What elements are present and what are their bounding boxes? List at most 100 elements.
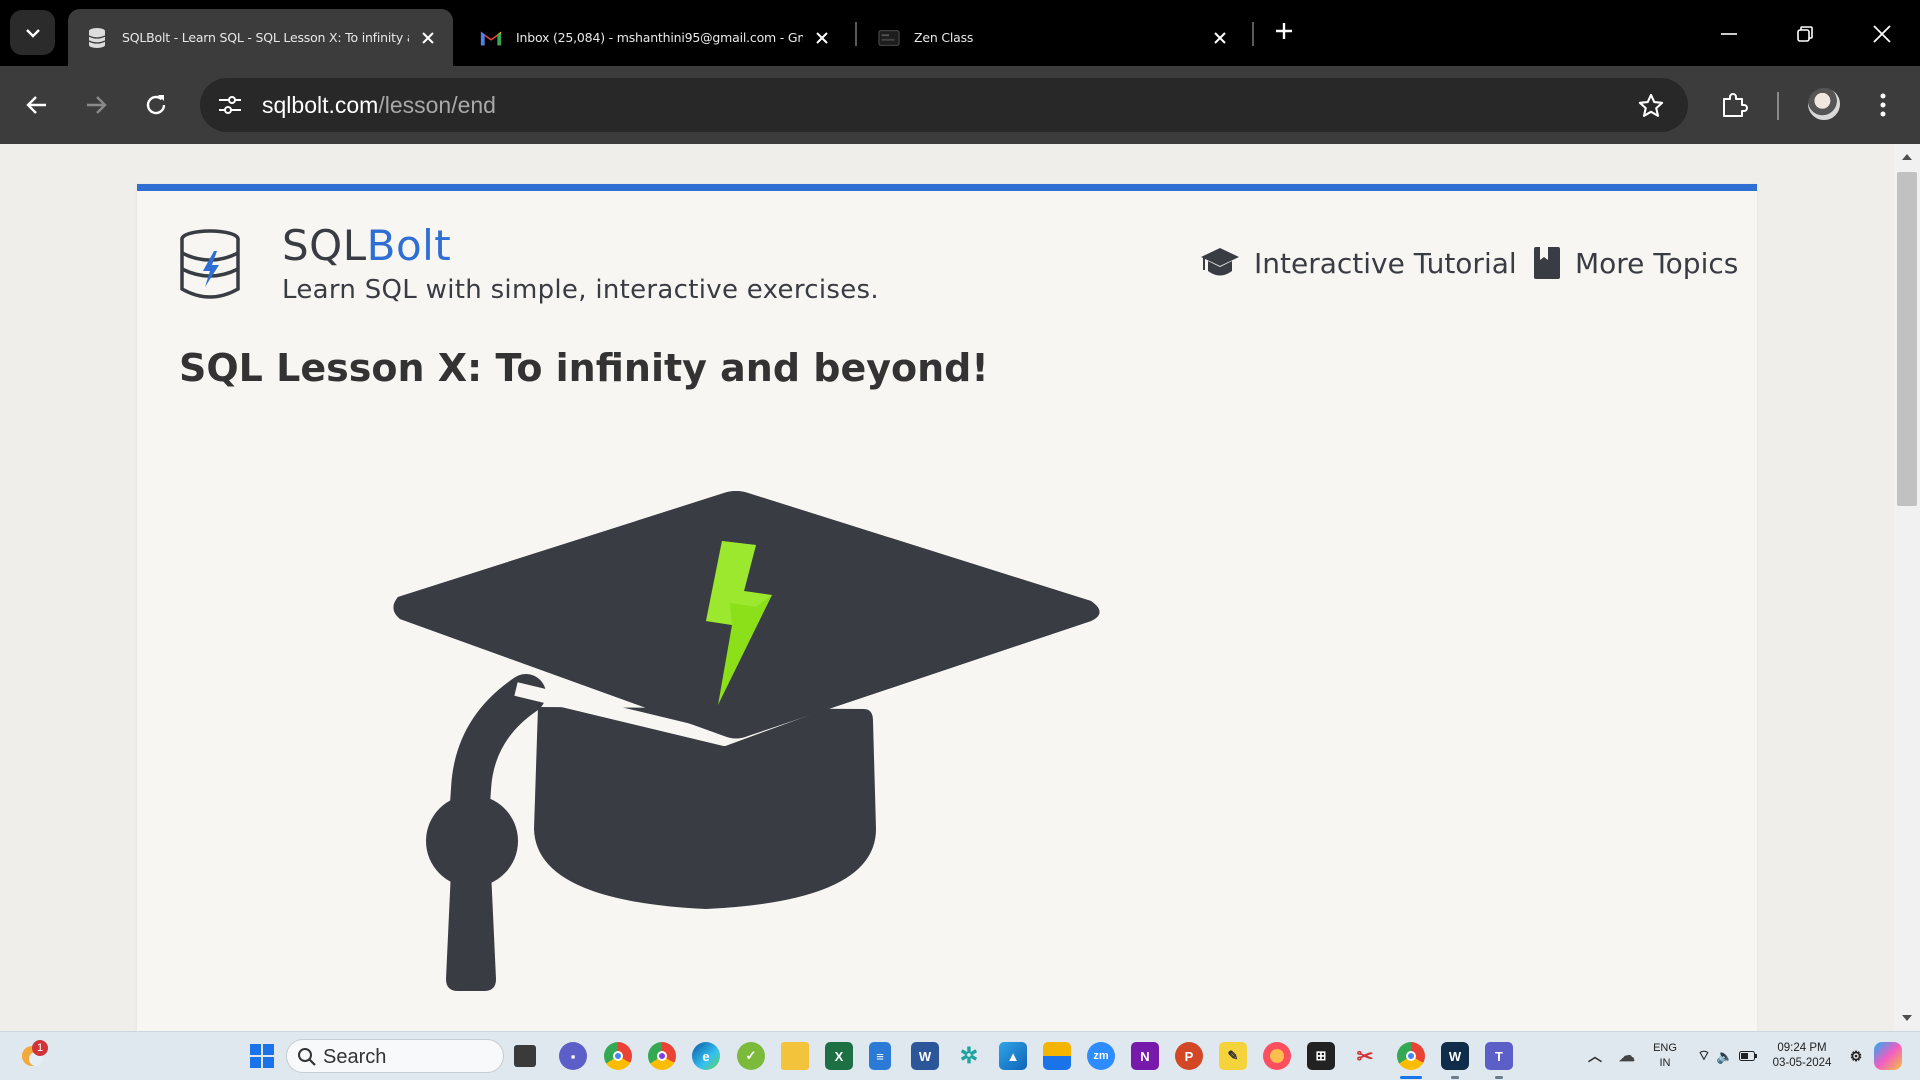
app-green-icon[interactable]: ✓ xyxy=(737,1042,765,1070)
clock-time: 09:24 PM xyxy=(1777,1042,1827,1054)
snowflake-app-icon[interactable]: ✲ xyxy=(955,1042,983,1070)
extensions-button[interactable] xyxy=(1713,84,1755,126)
plus-icon xyxy=(1276,23,1292,39)
file-explorer-icon[interactable] xyxy=(781,1042,809,1070)
content-card: SQLBolt Learn SQL with simple, interacti… xyxy=(137,184,1757,1031)
windows-taskbar: 1 Search ▪ e ✓ X ≡ W ✲ ▲ zm N P ✎ ⊞ ✂ W … xyxy=(0,1031,1920,1080)
close-icon xyxy=(1873,25,1891,43)
tab-title: Zen Class xyxy=(914,30,974,45)
arrow-right-icon xyxy=(87,96,107,114)
restore-button[interactable] xyxy=(1783,12,1827,56)
windows-start-icon[interactable] xyxy=(248,1042,276,1070)
site-settings-icon[interactable] xyxy=(216,91,244,119)
address-bar[interactable]: sqlbolt.com/lesson/end xyxy=(200,78,1688,132)
onedrive-icon[interactable]: ☁ xyxy=(1613,1042,1641,1070)
chrome-icon[interactable] xyxy=(604,1042,632,1070)
language-code: ENG xyxy=(1653,1042,1677,1054)
chrome-active-icon[interactable] xyxy=(1397,1042,1425,1070)
snipping-tool-icon[interactable]: ✂ xyxy=(1351,1042,1379,1070)
bookmark-star-icon[interactable] xyxy=(1636,91,1666,121)
url-text[interactable]: sqlbolt.com/lesson/end xyxy=(262,92,496,119)
settings-gear-icon[interactable]: ⚙ xyxy=(1842,1042,1870,1070)
clock[interactable]: 09:24 PM 03-05-2024 xyxy=(1764,1041,1840,1071)
pen-app-icon[interactable]: ✎ xyxy=(1219,1042,1247,1070)
nav-interactive-tutorial[interactable]: Interactive Tutorial xyxy=(1200,246,1517,280)
search-icon xyxy=(298,1048,316,1066)
notepad-icon[interactable]: ≡ xyxy=(869,1042,891,1070)
chrome-profile-icon[interactable] xyxy=(648,1042,676,1070)
close-icon[interactable] xyxy=(417,27,439,49)
brand-sql: SQL xyxy=(282,221,367,270)
book-icon xyxy=(1533,246,1561,280)
tab-separator xyxy=(1252,22,1254,46)
clock-date: 03-05-2024 xyxy=(1772,1057,1832,1069)
search-label: Search xyxy=(323,1046,387,1068)
edge-icon[interactable]: e xyxy=(692,1042,720,1070)
onenote-icon[interactable]: N xyxy=(1131,1042,1159,1070)
minimize-icon xyxy=(1721,33,1737,35)
store-icon[interactable] xyxy=(1043,1042,1071,1070)
webex-icon[interactable]: W xyxy=(1441,1042,1469,1070)
close-icon[interactable] xyxy=(1209,27,1231,49)
close-icon[interactable] xyxy=(811,27,833,49)
page-viewport: SQLBolt Learn SQL with simple, interacti… xyxy=(0,144,1894,1031)
battery-icon[interactable] xyxy=(1734,1042,1762,1070)
active-app-indicator xyxy=(1400,1076,1422,1079)
graduation-cap-bolt-illustration xyxy=(393,491,1100,991)
tab-title: Inbox (25,084) - mshanthini95@gmail.com … xyxy=(516,30,803,45)
database-icon xyxy=(86,27,108,49)
database-bolt-icon[interactable] xyxy=(177,229,243,299)
notification-badge: 1 xyxy=(32,1040,48,1056)
tab-sqlbolt[interactable]: SQLBolt - Learn SQL - SQL Lesson X: To i… xyxy=(68,9,453,66)
running-app-indicator xyxy=(1451,1076,1459,1079)
toolbar-separator xyxy=(1777,92,1779,120)
site-tagline: Learn SQL with simple, interactive exerc… xyxy=(282,275,879,305)
photos-icon[interactable]: ▲ xyxy=(999,1042,1027,1070)
new-tab-button[interactable] xyxy=(1268,15,1300,47)
page-scrollbar[interactable] xyxy=(1894,144,1920,1031)
word-icon[interactable]: W xyxy=(911,1042,939,1070)
tab-gmail[interactable]: Inbox (25,084) - mshanthini95@gmail.com … xyxy=(462,9,847,66)
copilot-icon[interactable] xyxy=(1874,1042,1902,1070)
running-app-indicator xyxy=(1495,1076,1503,1079)
powerpoint-icon[interactable]: P xyxy=(1175,1042,1203,1070)
forward-button[interactable] xyxy=(75,84,117,126)
graduation-cap-icon xyxy=(1200,246,1240,280)
restore-icon xyxy=(1797,26,1813,42)
screen-capture-icon[interactable]: ⊞ xyxy=(1307,1042,1335,1070)
teams-icon[interactable]: T xyxy=(1485,1042,1513,1070)
scroll-down-icon[interactable] xyxy=(1901,1014,1913,1022)
menu-button[interactable] xyxy=(1862,84,1904,126)
puzzle-icon xyxy=(1723,93,1748,117)
tab-zen-class[interactable]: Zen Class xyxy=(860,9,1245,66)
language-indicator[interactable]: ENG IN xyxy=(1650,1041,1680,1071)
task-view-icon[interactable] xyxy=(514,1045,536,1067)
arrow-left-icon xyxy=(26,96,46,114)
nav-label: More Topics xyxy=(1575,246,1739,280)
teams-chat-icon[interactable]: ▪ xyxy=(559,1042,587,1070)
zen-class-icon xyxy=(878,27,900,49)
reload-icon xyxy=(146,95,166,115)
gmail-icon xyxy=(480,27,502,49)
back-button[interactable] xyxy=(16,84,58,126)
zoom-icon[interactable]: zm xyxy=(1087,1042,1115,1070)
site-brand[interactable]: SQLBolt xyxy=(282,221,451,270)
excel-icon[interactable]: X xyxy=(825,1042,853,1070)
url-path: /lesson/end xyxy=(378,92,496,118)
chevron-up-icon[interactable]: ︿ xyxy=(1581,1042,1609,1070)
url-domain: sqlbolt.com xyxy=(262,92,379,118)
more-vertical-icon xyxy=(1880,93,1886,117)
tab-title: SQLBolt - Learn SQL - SQL Lesson X: To i… xyxy=(122,30,409,45)
close-window-button[interactable] xyxy=(1860,12,1904,56)
profile-avatar[interactable] xyxy=(1806,86,1842,122)
region-code: IN xyxy=(1659,1057,1671,1069)
reload-button[interactable] xyxy=(135,84,177,126)
nav-more-topics[interactable]: More Topics xyxy=(1533,246,1738,280)
scroll-up-icon[interactable] xyxy=(1901,153,1913,161)
browser-toolbar: sqlbolt.com/lesson/end xyxy=(0,66,1920,144)
scrollbar-thumb[interactable] xyxy=(1897,172,1917,506)
tab-search-button[interactable] xyxy=(10,10,55,55)
firefox-icon[interactable] xyxy=(1263,1042,1291,1070)
minimize-button[interactable] xyxy=(1707,12,1751,56)
taskbar-search[interactable]: Search xyxy=(286,1039,504,1073)
